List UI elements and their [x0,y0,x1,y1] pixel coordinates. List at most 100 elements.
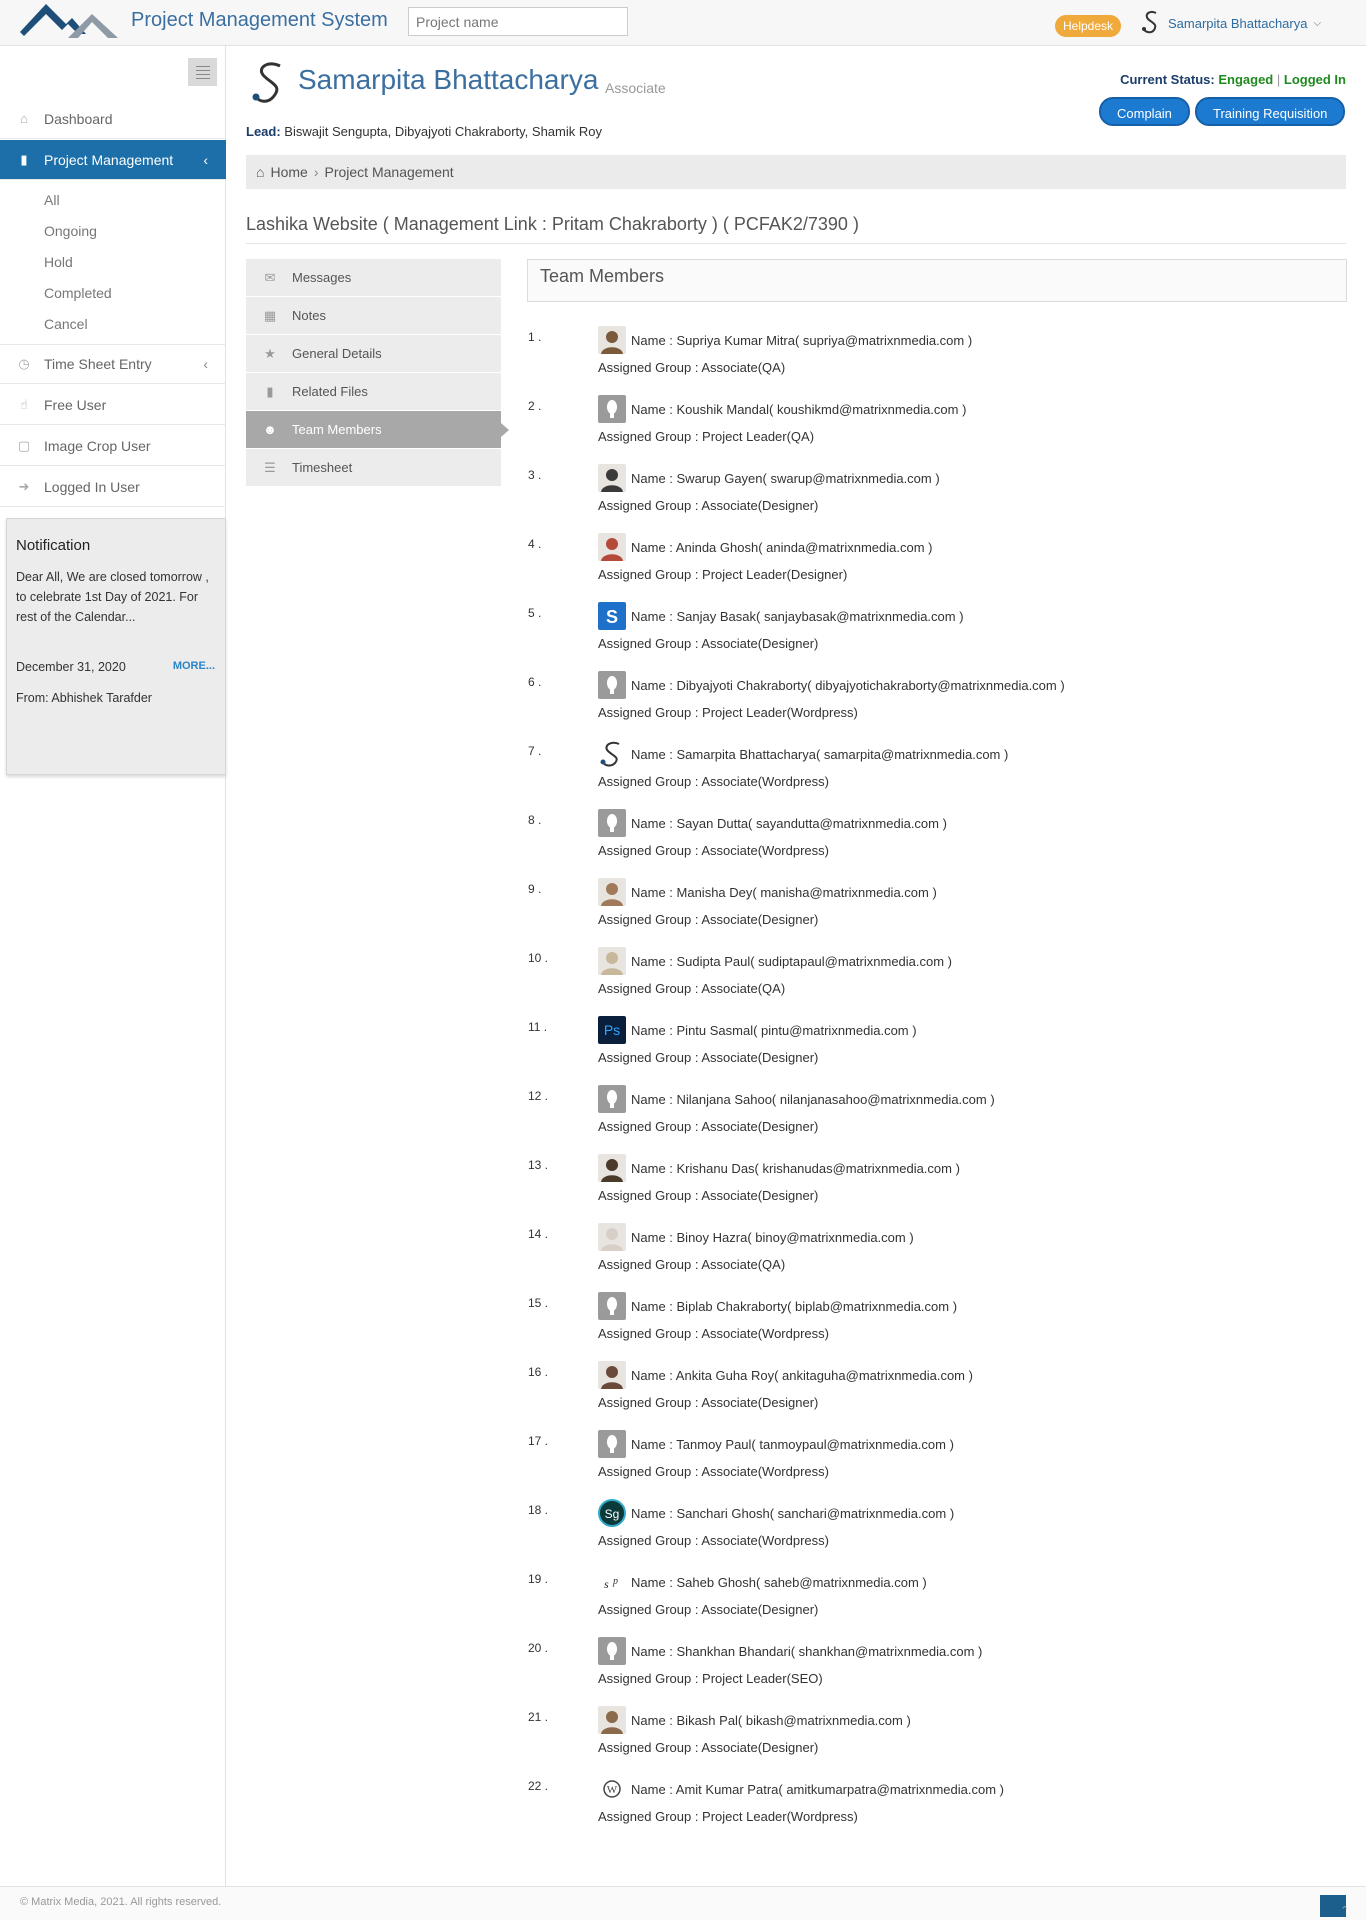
member-number: 20 . [528,1641,549,1655]
helpdesk-button[interactable]: Helpdesk [1055,15,1122,37]
chevron-down-icon: ⌵ [1313,17,1322,29]
sidebar-subitem-ongoing[interactable]: Ongoing [44,223,97,239]
member-group: Assigned Group : Associate(QA) [598,981,786,996]
member-name: Name : Bikash Pal( bikash@matrixnmedia.c… [631,1713,911,1728]
member-number: 2 . [528,399,542,413]
tab-notes[interactable]: ▦ Notes [246,297,501,335]
notification-panel: Notification Dear All, We are closed tom… [6,518,226,775]
member-name: Name : Binoy Hazra( binoy@matrixnmedia.c… [631,1230,914,1245]
breadcrumb-separator-icon: › [313,164,319,180]
team-member-row: 3 . Name : Swarup Gayen( swarup@matrixnme… [528,464,1348,533]
sidebar-item-time-sheet-entry[interactable]: ◷ Time Sheet Entry ‹ [0,344,226,384]
scroll-to-top-button[interactable]: ⌃ [1320,1895,1349,1917]
tab-label: Timesheet [292,460,353,475]
sidebar-item-label: Free User [44,396,107,413]
tab-label: Notes [292,308,326,323]
member-number: 9 . [528,882,542,896]
member-number: 10 . [528,951,549,965]
breadcrumb-home[interactable]: Home [270,164,307,180]
team-members-list: 1 . Name : Supriya Kumar Mitra( supriya@m… [528,326,1348,1844]
project-title: Lashika Website ( Management Link : Prit… [246,214,859,234]
member-avatar [598,395,626,423]
sidebar-subitem-cancel[interactable]: Cancel [44,316,88,332]
member-name: Name : Saheb Ghosh( saheb@matrixnmedia.c… [631,1575,927,1590]
tab-messages[interactable]: ✉ Messages [246,259,501,297]
team-member-row: 19 . s p Name : Saheb Ghosh( saheb@matrixnm… [528,1568,1348,1637]
team-member-row: 17 . Name : Tanmoy Paul( tanmoypaul@matri… [528,1430,1348,1499]
member-number: 4 . [528,537,542,551]
user-menu[interactable]: Samarpita Bhattacharya ⌵ [1140,9,1321,37]
team-member-row: 20 . Name : Shankhan Bhandari( shankhan@m… [528,1637,1348,1706]
member-name: Name : Samarpita Bhattacharya( samarpita… [631,747,1009,762]
sidebar-item-logged-in-user[interactable]: ➜ Logged In User [0,467,226,507]
team-member-row: 18 . Sg Name : Sanchari Ghosh( sanchari@ma… [528,1499,1348,1568]
member-group: Assigned Group : Associate(Wordpress) [598,843,829,858]
sidebar-toggle-button[interactable] [188,58,217,86]
svg-text:Sg: Sg [605,1507,620,1521]
sidebar-subitem-completed[interactable]: Completed [44,285,112,301]
app-title[interactable]: Project Management System [131,9,388,32]
status-separator: | [1276,72,1281,87]
sidebar-item-label: Time Sheet Entry [44,356,152,372]
member-name: Name : Amit Kumar Patra( amitkumarpatra@… [631,1782,1004,1797]
tab-related-files[interactable]: ▮ Related Files [246,373,501,411]
complain-button[interactable]: Complain [1099,97,1190,126]
member-group: Assigned Group : Associate(Designer) [598,1395,819,1410]
project-lead: Lead: Biswajit Sengupta, Dibyajyoti Chak… [246,124,602,139]
member-number: 5 . [528,606,542,620]
member-name: Name : Biplab Chakraborty( biplab@matrix… [631,1299,958,1314]
member-name: Name : Manisha Dey( manisha@matrixnmedia… [631,885,937,900]
users-icon: ☻ [263,422,277,437]
company-logo[interactable] [20,4,120,40]
star-icon: ★ [264,345,276,361]
sidebar-subitem-hold[interactable]: Hold [44,254,73,270]
tab-label: General Details [292,346,382,361]
tab-team-members[interactable]: ☻ Team Members [246,411,509,449]
team-member-row: 13 . Name : Krishanu Das( krishanudas@mat… [528,1154,1348,1223]
team-member-row: 11 . Ps Name : Pintu Sasmal( pintu@matrixn… [528,1016,1348,1085]
team-member-row: 9 . Name : Manisha Dey( manisha@matrixnme… [528,878,1348,947]
member-name: Name : Sanchari Ghosh( sanchari@matrixnm… [631,1506,955,1521]
notification-from: From: Abhishek Tarafder [16,691,152,705]
member-group: Assigned Group : Associate(Designer) [598,1119,819,1134]
member-number: 12 . [528,1089,549,1103]
copyright: © Matrix Media, 2021. All rights reserve… [20,1896,222,1908]
crop-icon: ▢ [17,437,31,453]
team-member-row: 22 . W Name : Amit Kumar Patra( amitkumarp… [528,1775,1348,1844]
member-group: Assigned Group : Associate(Designer) [598,1602,819,1617]
sidebar-subitem-all[interactable]: All [44,192,60,208]
member-avatar [598,809,626,837]
member-avatar [598,740,626,768]
member-number: 16 . [528,1365,549,1379]
lead-label: Lead: [246,124,281,139]
sidebar-item-free-user[interactable]: ☝ Free User [0,385,226,425]
sidebar-item-image-crop-user[interactable]: ▢ Image Crop User [0,426,226,466]
lead-names: Biswajit Sengupta, Dibyajyoti Chakrabort… [284,124,602,139]
member-group: Assigned Group : Associate(Designer) [598,1188,819,1203]
team-member-row: 15 . Name : Biplab Chakraborty( biplab@ma… [528,1292,1348,1361]
member-avatar: Ps [598,1016,626,1044]
sidebar-item-dashboard[interactable]: ⌂ Dashboard [0,99,226,139]
member-group: Assigned Group : Associate(Designer) [598,498,819,513]
team-member-row: 8 . Name : Sayan Dutta( sayandutta@matrix… [528,809,1348,878]
tab-timesheet[interactable]: ☰ Timesheet [246,449,501,487]
member-avatar [598,1637,626,1665]
user-avatar-icon [1142,10,1157,34]
member-name: Name : Pintu Sasmal( pintu@matrixnmedia.… [631,1023,917,1038]
breadcrumb-current: Project Management [324,164,454,180]
team-member-row: 12 . Name : Nilanjana Sahoo( nilanjanasah… [528,1085,1348,1154]
file-icon: ▮ [20,151,28,167]
sidebar-item-project-management[interactable]: ▮ Project Management ‹ [0,140,226,180]
team-member-row: 2 . Name : Koushik Mandal( koushikmd@matr… [528,395,1348,464]
tab-general-details[interactable]: ★ General Details [246,335,501,373]
member-avatar [598,671,626,699]
member-group: Assigned Group : Associate(Wordpress) [598,1326,829,1341]
file-icon: ▮ [266,383,274,399]
list-icon: ☰ [264,459,276,475]
notification-more-link[interactable]: MORE... [173,660,215,672]
member-name: Name : Ankita Guha Roy( ankitaguha@matri… [631,1368,973,1383]
training-requisition-button[interactable]: Training Requisition [1195,97,1346,126]
project-search-input[interactable] [408,7,628,36]
member-name: Name : Shankhan Bhandari( shankhan@matri… [631,1644,983,1659]
top-bar: Project Management System Helpdesk Samar… [0,0,1366,46]
